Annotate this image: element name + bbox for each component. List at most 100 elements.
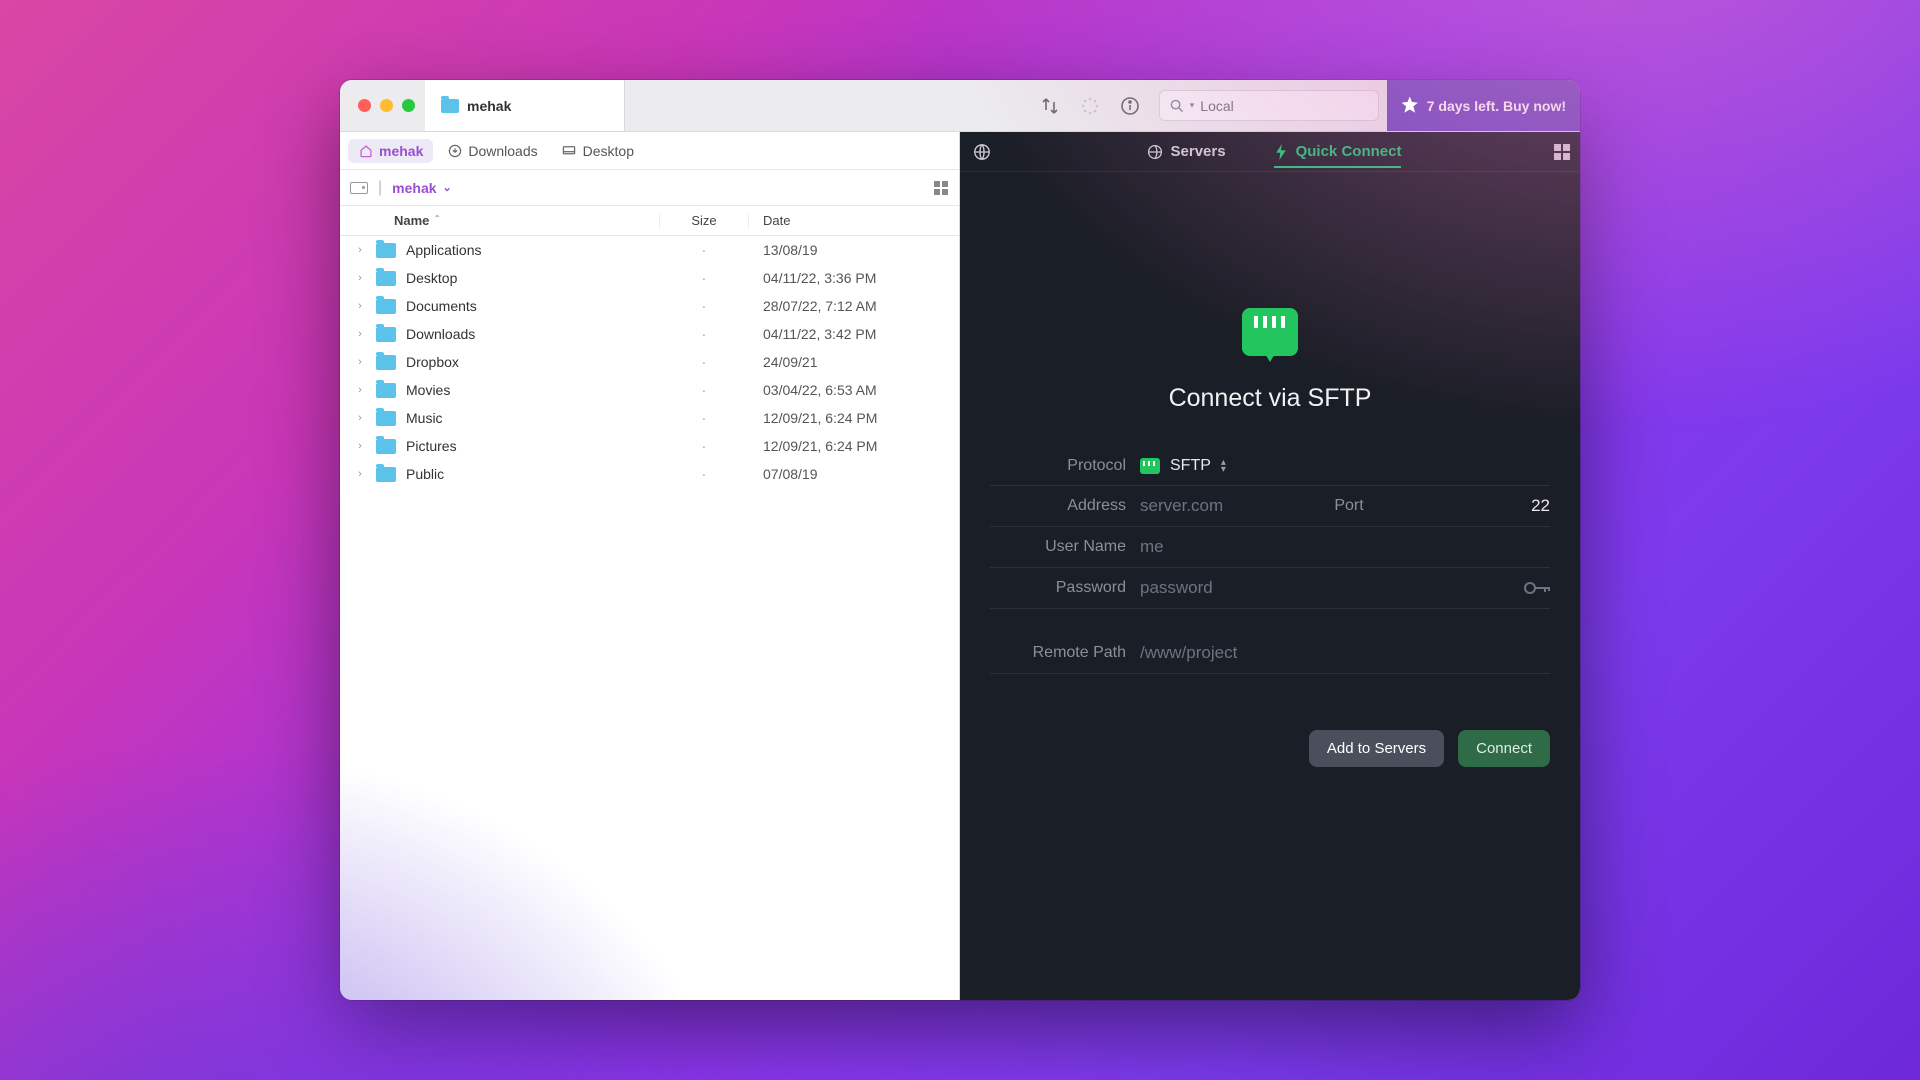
file-date: 24/09/21 — [749, 354, 959, 370]
file-name: Downloads — [406, 326, 659, 342]
remote-tab-bar: Servers Quick Connect — [960, 132, 1580, 172]
search-input[interactable] — [1200, 98, 1367, 114]
window-tab-title: mehak — [467, 98, 511, 114]
trial-banner[interactable]: 7 days left. Buy now! — [1387, 80, 1580, 131]
remote-path-input[interactable] — [1140, 643, 1550, 663]
row-protocol: Protocol SFTP ▴▾ — [990, 447, 1550, 486]
zoom-window-button[interactable] — [402, 99, 415, 112]
file-date: 13/08/19 — [749, 242, 959, 258]
table-row[interactable]: ›Documents·28/07/22, 7:12 AM — [340, 292, 959, 320]
transfer-icon[interactable] — [1039, 95, 1061, 117]
add-to-servers-button[interactable]: Add to Servers — [1309, 730, 1444, 767]
disclosure-icon[interactable]: › — [354, 328, 366, 340]
folder-icon — [376, 467, 396, 482]
file-date: 07/08/19 — [749, 466, 959, 482]
titlebar: mehak ▾ 7 days left. Buy now! — [340, 80, 1580, 132]
favorite-label: Desktop — [583, 143, 634, 159]
tab-quick-label: Quick Connect — [1296, 143, 1402, 160]
file-name: Music — [406, 410, 659, 426]
disk-icon[interactable] — [350, 182, 368, 194]
favorite-downloads[interactable]: Downloads — [437, 139, 547, 163]
path-bar: | mehak ⌄ — [340, 170, 959, 206]
search-field-wrap[interactable]: ▾ — [1159, 90, 1379, 121]
file-name: Desktop — [406, 270, 659, 286]
tab-quick-connect[interactable]: Quick Connect — [1274, 143, 1402, 168]
port-input[interactable] — [1374, 496, 1550, 516]
address-input[interactable] — [1140, 496, 1316, 516]
toolbar-icons — [1039, 80, 1151, 131]
column-date[interactable]: Date — [749, 213, 959, 228]
row-password: Password — [990, 568, 1550, 609]
label-port: Port — [1334, 497, 1363, 515]
minimize-window-button[interactable] — [380, 99, 393, 112]
column-name[interactable]: Name ˆ — [394, 213, 659, 228]
file-size: · — [659, 438, 749, 454]
table-row[interactable]: ›Desktop·04/11/22, 3:36 PM — [340, 264, 959, 292]
folder-icon — [376, 271, 396, 286]
row-username: User Name — [990, 527, 1550, 568]
tab-servers-label: Servers — [1171, 143, 1226, 160]
sftp-protocol-icon — [1242, 308, 1298, 356]
table-row[interactable]: ›Pictures·12/09/21, 6:24 PM — [340, 432, 959, 460]
file-date: 12/09/21, 6:24 PM — [749, 410, 959, 426]
window-tab[interactable]: mehak — [425, 80, 625, 131]
disclosure-icon[interactable]: › — [354, 412, 366, 424]
search-icon — [1170, 99, 1184, 113]
info-icon[interactable] — [1119, 95, 1141, 117]
sftp-chip-icon — [1140, 458, 1160, 474]
table-row[interactable]: ›Movies·03/04/22, 6:53 AM — [340, 376, 959, 404]
download-icon — [447, 143, 462, 158]
globe-icon[interactable] — [970, 143, 994, 161]
file-name: Public — [406, 466, 659, 482]
file-name: Documents — [406, 298, 659, 314]
folder-icon — [376, 355, 396, 370]
disclosure-icon[interactable]: › — [354, 272, 366, 284]
password-input[interactable] — [1140, 578, 1514, 598]
close-window-button[interactable] — [358, 99, 371, 112]
favorite-label: mehak — [379, 143, 423, 159]
disclosure-icon[interactable]: › — [354, 384, 366, 396]
file-size: · — [659, 410, 749, 426]
disclosure-icon[interactable]: › — [354, 440, 366, 452]
disclosure-icon[interactable]: › — [354, 300, 366, 312]
table-row[interactable]: › Downloads·04/11/22, 3:42 PM — [340, 320, 959, 348]
disclosure-icon[interactable]: › — [354, 244, 366, 256]
protocol-select[interactable]: SFTP ▴▾ — [1140, 457, 1226, 475]
window-controls — [340, 80, 425, 131]
table-row[interactable]: ›Dropbox·24/09/21 — [340, 348, 959, 376]
home-icon — [358, 143, 373, 158]
file-name: Pictures — [406, 438, 659, 454]
column-size[interactable]: Size — [659, 213, 749, 228]
file-size: · — [659, 326, 749, 342]
disclosure-icon[interactable]: › — [354, 356, 366, 368]
quick-connect-form: Connect via SFTP Protocol SFTP ▴▾ — [960, 172, 1580, 1000]
table-row[interactable]: ›Applications·13/08/19 — [340, 236, 959, 264]
connect-button[interactable]: Connect — [1458, 730, 1550, 767]
trial-text: 7 days left. Buy now! — [1427, 98, 1566, 114]
bug-icon — [1401, 97, 1419, 115]
sync-icon[interactable] — [1079, 95, 1101, 117]
key-icon[interactable] — [1524, 581, 1550, 595]
view-mode-toggle[interactable] — [933, 180, 949, 196]
favorite-label: Downloads — [468, 143, 537, 159]
table-row[interactable]: ›Public·07/08/19 — [340, 460, 959, 488]
username-input[interactable] — [1140, 537, 1550, 557]
tab-servers[interactable]: Servers — [1147, 143, 1226, 160]
file-name: Applications — [406, 242, 659, 258]
breadcrumb-current[interactable]: mehak ⌄ — [392, 180, 452, 196]
chevron-down-icon: ⌄ — [443, 181, 452, 194]
stepper-icon: ▴▾ — [1221, 459, 1226, 473]
path-separator: | — [378, 179, 382, 197]
favorite-mehak[interactable]: mehak — [348, 139, 433, 163]
favorites-bar: mehak Downloads Desktop — [340, 132, 959, 170]
disclosure-icon[interactable]: › — [354, 468, 366, 480]
file-list: ›Applications·13/08/19›Desktop·04/11/22,… — [340, 236, 959, 1000]
favorite-desktop[interactable]: Desktop — [552, 139, 644, 163]
table-row[interactable]: › Music·12/09/21, 6:24 PM — [340, 404, 959, 432]
file-date: 04/11/22, 3:42 PM — [749, 326, 959, 342]
file-date: 04/11/22, 3:36 PM — [749, 270, 959, 286]
file-size: · — [659, 382, 749, 398]
home-folder-icon — [441, 99, 459, 113]
file-size: · — [659, 298, 749, 314]
layout-icon[interactable] — [1554, 144, 1570, 160]
